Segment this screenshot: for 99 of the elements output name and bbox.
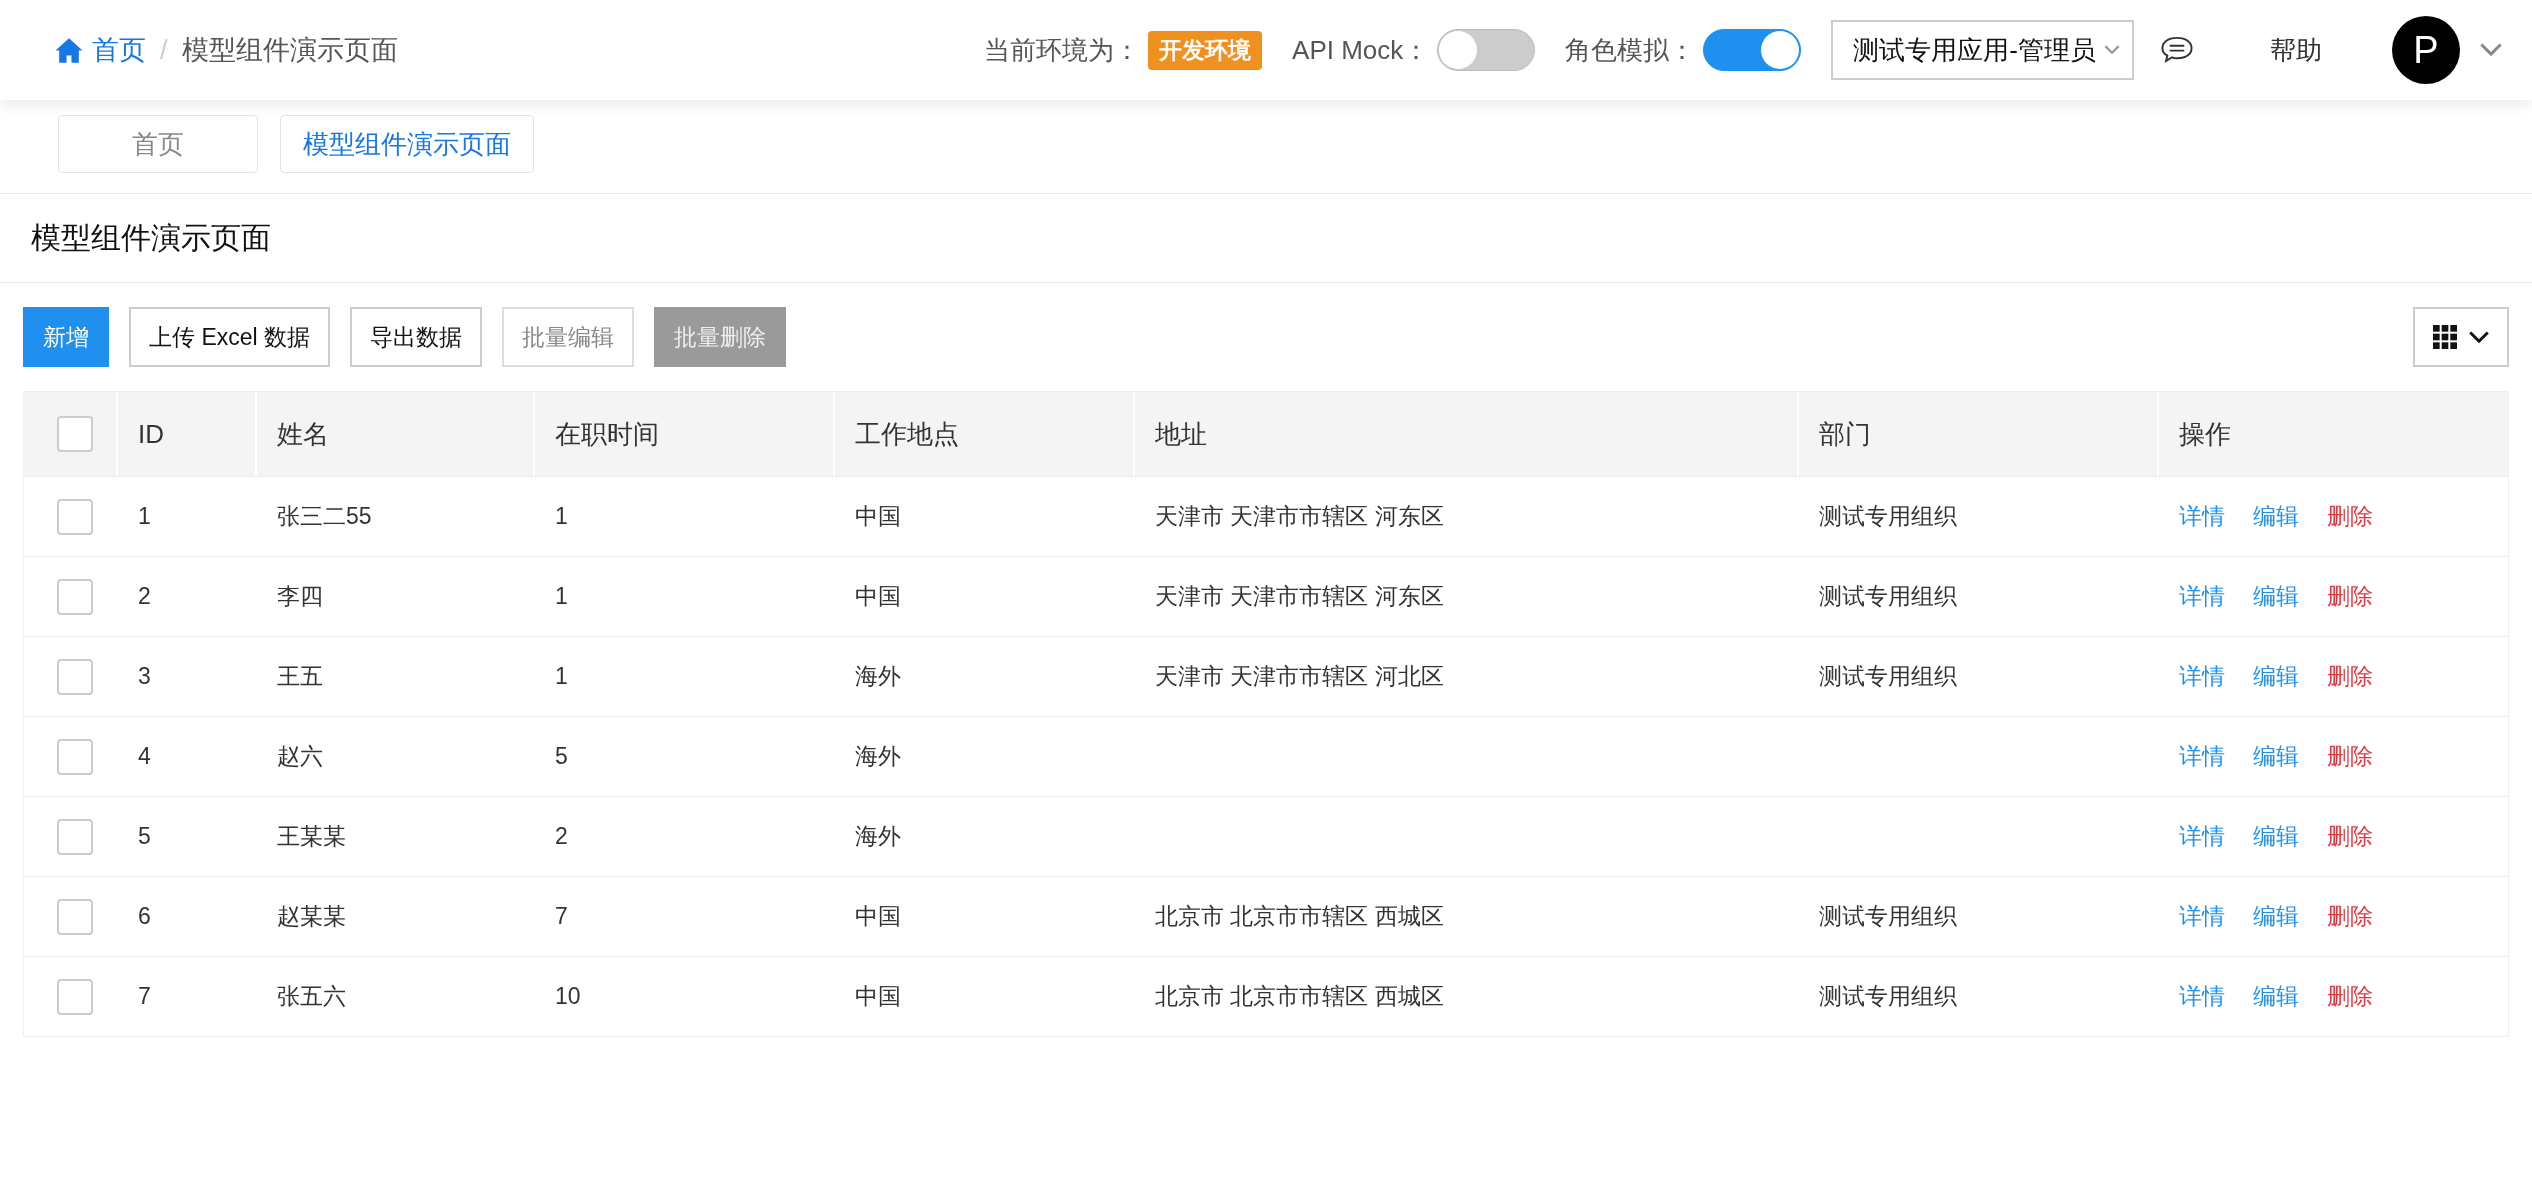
chevron-down-icon xyxy=(2469,330,2489,344)
grid-icon xyxy=(2433,325,2457,349)
table-cell: 1 xyxy=(138,503,151,530)
row-action-link[interactable]: 删除 xyxy=(2327,981,2373,1012)
table-cell-text: 测试专用组织 xyxy=(1819,502,1957,531)
row-checkbox[interactable] xyxy=(57,498,93,535)
table-cell-text: 天津市 天津市市辖区 河东区 xyxy=(1155,502,1444,531)
table-cell: 10 xyxy=(555,983,581,1010)
table-cell-text: 测试专用组织 xyxy=(1819,582,1957,611)
row-action-link[interactable]: 编辑 xyxy=(2253,901,2299,932)
table-cell-text: 中国 xyxy=(855,902,901,931)
breadcrumb-home-link[interactable]: 首页 xyxy=(54,32,146,68)
row-action-link[interactable]: 编辑 xyxy=(2253,821,2299,852)
row-checkbox[interactable] xyxy=(57,818,93,855)
toolbar-button[interactable]: 上传 Excel 数据 xyxy=(129,307,331,367)
table-cell-text: 张三二55 xyxy=(277,502,372,531)
row-action-link[interactable]: 删除 xyxy=(2327,661,2373,692)
table-cell-text: 海外 xyxy=(855,662,901,691)
table-cell: 1 xyxy=(555,503,568,530)
table-cell-text: 王五 xyxy=(277,662,323,691)
row-action-link[interactable]: 详情 xyxy=(2179,981,2225,1012)
row-action-link[interactable]: 删除 xyxy=(2327,741,2373,772)
table-cell-text: 赵六 xyxy=(277,742,323,771)
column-header: 操作 xyxy=(2178,417,2232,451)
table-cell: 5 xyxy=(555,743,568,770)
page-title: 模型组件演示页面 xyxy=(31,219,271,256)
table-cell-text: 中国 xyxy=(855,982,901,1011)
row-action-link[interactable]: 删除 xyxy=(2327,821,2373,852)
table-cell-text: 北京市 北京市市辖区 西城区 xyxy=(1155,902,1444,931)
row-action-link[interactable]: 详情 xyxy=(2179,581,2225,612)
chat-bubble-icon[interactable] xyxy=(2160,35,2194,65)
row-checkbox[interactable] xyxy=(57,978,93,1015)
help-link[interactable]: 帮助 xyxy=(2270,32,2322,68)
table-cell: 1 xyxy=(555,663,568,690)
toolbar-button[interactable]: 导出数据 xyxy=(350,307,483,367)
row-action-link[interactable]: 详情 xyxy=(2179,661,2225,692)
table-cell-text: 赵某某 xyxy=(277,902,346,931)
toolbar-button[interactable]: 新增 xyxy=(23,307,109,367)
table-cell-text: 北京市 北京市市辖区 西城区 xyxy=(1155,982,1444,1011)
breadcrumb-separator: / xyxy=(160,34,168,66)
table-cell: 2 xyxy=(555,823,568,850)
table-cell-text: 张五六 xyxy=(277,982,346,1011)
role-simulation-toggle[interactable] xyxy=(1703,29,1802,71)
table-cell: 7 xyxy=(138,983,151,1010)
home-icon xyxy=(54,36,84,64)
table-cell-text: 中国 xyxy=(855,582,901,611)
row-action-link[interactable]: 编辑 xyxy=(2253,741,2299,772)
table-cell-text: 王某某 xyxy=(277,822,346,851)
table-cell: 5 xyxy=(138,823,151,850)
table-cell: 2 xyxy=(138,583,151,610)
row-checkbox[interactable] xyxy=(57,578,93,615)
table-cell-text: 中国 xyxy=(855,502,901,531)
row-action-link[interactable]: 编辑 xyxy=(2253,981,2299,1012)
table-cell-text: 海外 xyxy=(855,742,901,771)
column-header: 在职时间 xyxy=(535,392,835,476)
table-cell-text: 测试专用组织 xyxy=(1819,662,1957,691)
table-cell-text: 海外 xyxy=(855,822,901,851)
role-simulation-label: 角色模拟： xyxy=(1565,33,1696,67)
chevron-down-icon xyxy=(2104,45,2120,55)
row-action-link[interactable]: 删除 xyxy=(2327,501,2373,532)
table-cell: 3 xyxy=(138,663,151,690)
table-cell-text: 李四 xyxy=(277,582,323,611)
chevron-down-icon[interactable] xyxy=(2480,43,2502,57)
row-checkbox[interactable] xyxy=(57,898,93,935)
row-action-link[interactable]: 详情 xyxy=(2179,501,2225,532)
table-cell: 1 xyxy=(555,583,568,610)
page-tab[interactable]: 模型组件演示页面 xyxy=(280,115,534,173)
api-mock-label: API Mock： xyxy=(1292,33,1430,67)
row-action-link[interactable]: 详情 xyxy=(2179,901,2225,932)
row-action-link[interactable]: 详情 xyxy=(2179,821,2225,852)
table-cell: 7 xyxy=(555,903,568,930)
row-action-link[interactable]: 删除 xyxy=(2327,901,2373,932)
column-settings-button[interactable] xyxy=(2413,307,2509,367)
environment-label: 当前环境为： xyxy=(984,33,1141,67)
table-cell-text: 测试专用组织 xyxy=(1819,982,1957,1011)
column-header: 地址 xyxy=(1135,392,1799,476)
page-tab[interactable]: 首页 xyxy=(58,115,258,173)
table-cell: 4 xyxy=(138,743,151,770)
environment-badge: 开发环境 xyxy=(1148,30,1263,70)
breadcrumb-item: 模型组件演示页面 xyxy=(181,34,398,67)
row-action-link[interactable]: 编辑 xyxy=(2253,581,2299,612)
select-all-checkbox[interactable] xyxy=(57,416,93,452)
row-checkbox[interactable] xyxy=(57,738,93,775)
column-header: ID xyxy=(118,392,257,476)
table-cell-text: 测试专用组织 xyxy=(1819,902,1957,931)
row-action-link[interactable]: 编辑 xyxy=(2253,661,2299,692)
row-action-link[interactable]: 删除 xyxy=(2327,581,2373,612)
row-action-link[interactable]: 详情 xyxy=(2179,741,2225,772)
column-header: 工作地点 xyxy=(835,392,1135,476)
row-checkbox[interactable] xyxy=(57,658,93,695)
user-avatar[interactable]: P xyxy=(2392,16,2460,84)
row-action-link[interactable]: 编辑 xyxy=(2253,501,2299,532)
table-cell-text: 天津市 天津市市辖区 河北区 xyxy=(1155,662,1444,691)
app-select[interactable]: 测试专用应用-管理员 xyxy=(1831,20,2134,80)
column-header: 部门 xyxy=(1799,392,2159,476)
table-cell-text: 天津市 天津市市辖区 河东区 xyxy=(1155,582,1444,611)
table-cell: 6 xyxy=(138,903,151,930)
api-mock-toggle[interactable] xyxy=(1437,29,1536,71)
column-header: 姓名 xyxy=(257,392,535,476)
